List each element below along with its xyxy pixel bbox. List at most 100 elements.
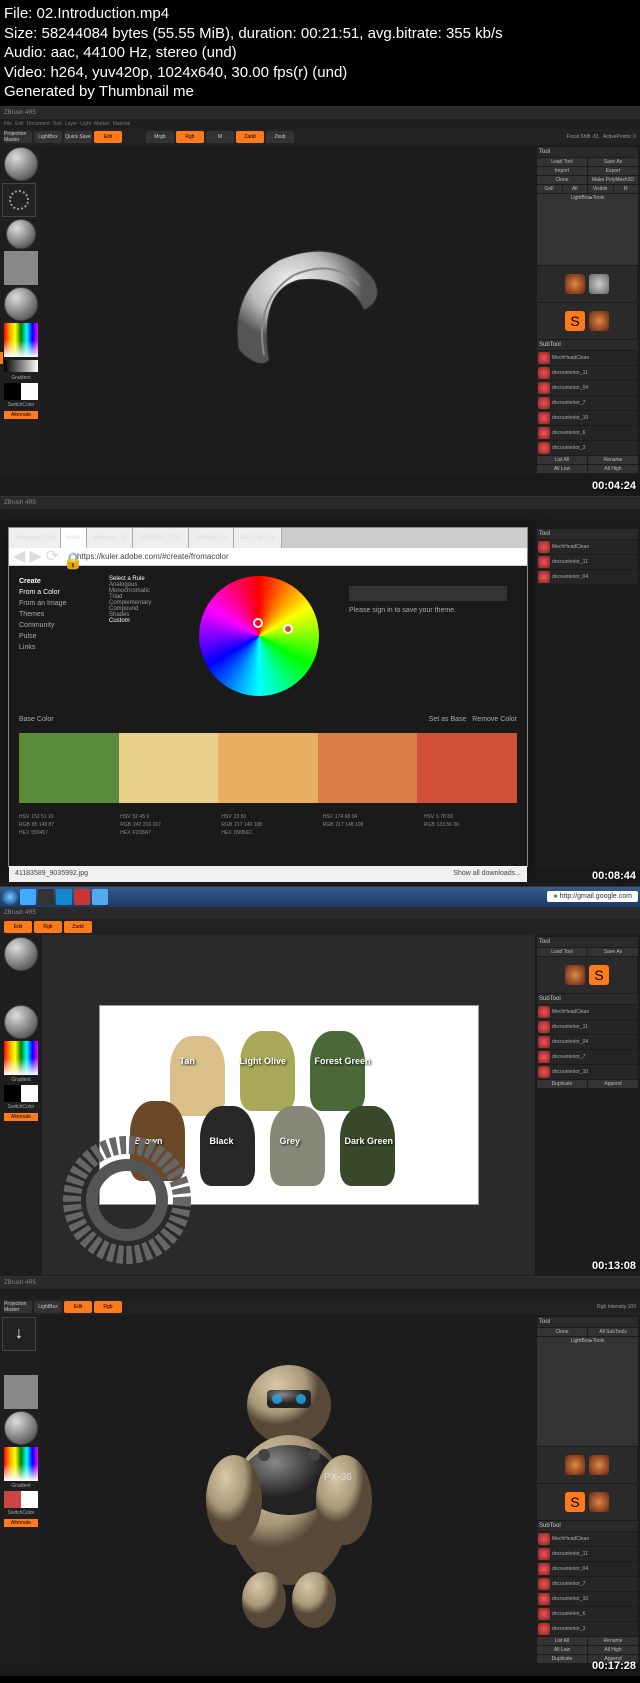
url-bar[interactable]: ◀ ▶ ⟳ 🔒 https://kuler.adobe.com/#create/… [9, 548, 527, 566]
sculpt-model [179, 230, 399, 390]
zadd-button[interactable]: Zadd [236, 131, 264, 143]
stroke-preview[interactable] [2, 183, 36, 217]
subtool-item[interactable]: dncounterior_11 [537, 366, 638, 380]
proj-master-button[interactable]: Projection Master [4, 131, 32, 143]
timestamp: 00:13:08 [592, 1260, 636, 1272]
theme-name-input[interactable] [349, 586, 507, 601]
subtool-item[interactable]: dncounterior_04 [537, 381, 638, 395]
timestamp: 00:17:28 [592, 1660, 636, 1672]
timestamp: 00:08:44 [592, 870, 636, 882]
texture-preview[interactable] [4, 1375, 38, 1409]
load-tool-button[interactable]: Load Tool [537, 158, 587, 166]
browser-tab[interactable]: pptmoul.RG [189, 528, 234, 548]
start-button[interactable] [2, 889, 18, 905]
thumbnail-frame-4: ZBrush 4R5 Projection Master LightBox Ed… [0, 1276, 640, 1676]
browser-tab[interactable]: 41183589_9035 [133, 528, 189, 548]
lightbox-tools[interactable]: LightBox▸Tools [537, 194, 638, 265]
edit-button[interactable]: Edit [94, 131, 122, 143]
file-metadata: File: 02.Introduction.mp4 Size: 58244084… [0, 0, 640, 106]
subtool-item[interactable]: MechHeadClean [537, 351, 638, 365]
address-field[interactable]: ● http://gmail.google.com [547, 891, 638, 902]
quicksave-button[interactable]: Quick Save [64, 131, 92, 143]
tool-header[interactable]: Tool [537, 147, 638, 157]
zbrush-menubar[interactable]: FileEditDocumentToolLayerLightMarkerMate… [0, 119, 640, 129]
brush-preview[interactable] [4, 147, 38, 181]
subtool-item[interactable]: dncounterior_10 [537, 411, 638, 425]
radial-menu[interactable] [62, 1135, 192, 1265]
subtool-item[interactable]: dncounterior_3 [537, 441, 638, 455]
robot-model: PX-36 [189, 1350, 389, 1630]
rgb-button[interactable]: Rgb [176, 131, 204, 143]
import-button[interactable]: Import [537, 167, 587, 175]
move-brush[interactable]: ↓ [2, 1317, 36, 1351]
thumbnail-frame-1: ZBrush 4R5 FileEditDocumentToolLayerLigh… [0, 106, 640, 496]
swatch[interactable] [417, 733, 517, 803]
color-picker[interactable] [4, 1041, 38, 1075]
color-swatches[interactable] [19, 733, 517, 803]
zsub-button[interactable]: Zsub [266, 131, 294, 143]
swatch[interactable] [19, 733, 119, 803]
brush-preview[interactable] [4, 937, 38, 971]
browser-tab[interactable]: titan rifle prot [234, 528, 282, 548]
taskbar-icon[interactable] [56, 889, 72, 905]
material-preview[interactable] [4, 1411, 38, 1445]
swatch[interactable] [318, 733, 418, 803]
viewport[interactable] [42, 145, 535, 475]
swatch[interactable] [218, 733, 318, 803]
tool-thumbnails[interactable] [537, 266, 637, 302]
subtool-header[interactable]: SubTool [537, 340, 638, 350]
taskbar-icon[interactable] [92, 889, 108, 905]
mrgb-button[interactable]: Mrgb [146, 131, 174, 143]
material-preview[interactable] [4, 287, 38, 321]
gradient-swatch[interactable] [4, 360, 38, 372]
export-button[interactable]: Export [588, 167, 638, 175]
subtool-item[interactable]: dncounterior_6 [537, 426, 638, 440]
taskbar-icon[interactable] [20, 889, 36, 905]
zbrush-menubar[interactable] [0, 509, 640, 519]
switch-color[interactable] [4, 383, 38, 400]
chrome-window: Advanced Cha kuler ghia jute - G 4118358… [8, 527, 528, 867]
svg-text:PX-36: PX-36 [324, 1472, 352, 1483]
chrome-tabs[interactable]: Advanced Cha kuler ghia jute - G 4118358… [9, 528, 527, 548]
taskbar-icon[interactable] [74, 889, 90, 905]
download-bar[interactable]: 41183589_9035992.jpgShow all downloads..… [9, 866, 527, 882]
rename-button[interactable]: Rename [588, 456, 638, 464]
alternate-button[interactable]: Alternate [4, 411, 38, 419]
lightbox-button[interactable]: LightBox [34, 131, 62, 143]
browser-tab[interactable]: Advanced Cha [9, 528, 61, 548]
back-icon[interactable]: ◀ [13, 546, 25, 566]
kuler-nav[interactable]: Create From a Color From an Image Themes… [19, 576, 89, 716]
tool-thumbnails-2[interactable]: S [537, 303, 637, 339]
texture-preview[interactable] [4, 251, 38, 285]
timestamp: 00:04:24 [592, 480, 636, 492]
url-text: https://kuler.adobe.com/#create/fromacol… [77, 552, 229, 561]
windows-taskbar[interactable]: ● http://gmail.google.com [0, 887, 640, 907]
color-values: HSV 152 51 10RGB 85 148 87HEX 559457 HSV… [19, 813, 517, 837]
swatch[interactable] [119, 733, 219, 803]
color-picker[interactable] [4, 1447, 38, 1481]
left-tray: Gradient SwitchColor Alternate [0, 145, 42, 475]
kuler-app: Create From a Color From an Image Themes… [9, 566, 527, 866]
list-all-button[interactable]: List All [537, 456, 587, 464]
browser-tab[interactable]: ghia jute - G [87, 528, 133, 548]
polymesh-button[interactable]: Make PolyMesh3D [588, 176, 638, 184]
m-button[interactable]: M [206, 131, 234, 143]
rule-selector[interactable]: Select a Rule AnalogousMonochromaticTria… [109, 576, 179, 716]
material-preview[interactable] [4, 1005, 38, 1039]
zbrush-shelf: Projection Master LightBox Quick Save Ed… [0, 129, 640, 145]
thumbnail-frame-3: ● http://gmail.google.com ZBrush 4R5 Edi… [0, 886, 640, 1276]
taskbar-icon[interactable] [38, 889, 54, 905]
reload-icon[interactable]: ⟳ [46, 546, 59, 566]
forward-icon[interactable]: ▶ [29, 546, 41, 566]
browser-tab-active[interactable]: kuler [61, 528, 87, 548]
subtool-list[interactable]: MechHeadClean dncounterior_11 dncounteri… [537, 351, 638, 455]
subtool-item[interactable]: dncounterior_7 [537, 396, 638, 410]
clone-button[interactable]: Clone [537, 176, 587, 184]
save-as-button[interactable]: Save As [588, 158, 638, 166]
tool-panel: Tool Load ToolSave As ImportExport Clone… [535, 145, 640, 475]
tool-panel: Tool MechHeadClean dncounterior_11 dncou… [535, 527, 640, 867]
alpha-preview[interactable] [6, 219, 36, 249]
color-picker[interactable] [4, 323, 38, 357]
signin-prompt: Please sign in to save your theme. [339, 576, 517, 716]
color-wheel[interactable] [199, 576, 319, 696]
